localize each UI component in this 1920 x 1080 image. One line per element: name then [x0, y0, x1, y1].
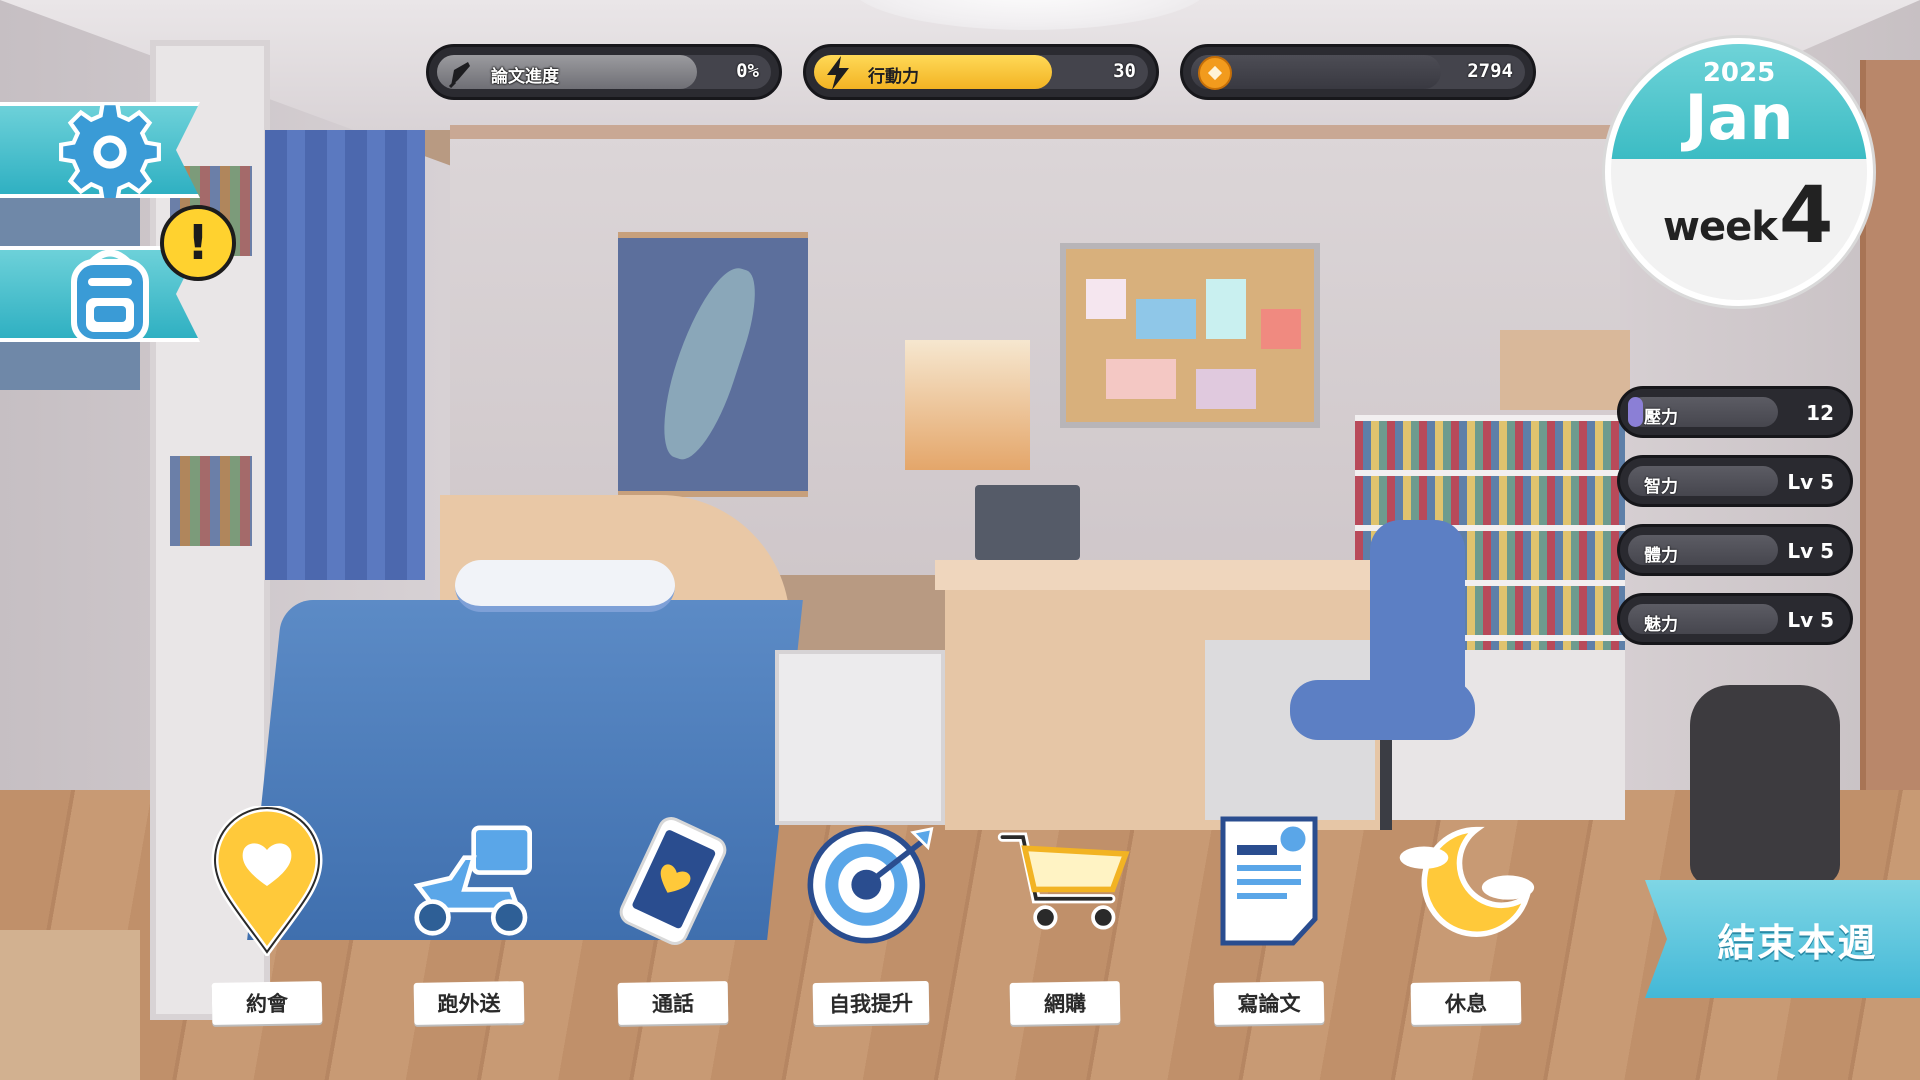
curtain: [265, 130, 425, 580]
action-delivery-button[interactable]: 跑外送: [384, 806, 554, 1026]
target-icon: [801, 806, 941, 956]
calendar-week-number: 4: [1779, 171, 1834, 261]
stat-stress: 壓力 12: [1617, 386, 1853, 438]
desk-top: [935, 560, 1395, 590]
cardboard-box: [1500, 330, 1630, 410]
nightstand: [775, 650, 945, 825]
action-self-improve-button[interactable]: 自我提升: [786, 806, 956, 1026]
stat-stress-label: 壓力: [1644, 408, 1678, 428]
stat-charm: 魅力 Lv 5: [1617, 593, 1853, 645]
quill-pen-icon: [441, 53, 481, 93]
pinned-note: [1261, 309, 1301, 349]
stat-stress-value: 12: [1806, 401, 1834, 425]
backpack-icon: [50, 246, 170, 342]
pinned-photo: [1106, 359, 1176, 399]
stat-intelligence-value: Lv 5: [1787, 470, 1834, 494]
stat-stress-fill: [1628, 397, 1643, 427]
thesis-progress-value: 0%: [736, 60, 759, 82]
stat-stamina-label: 體力: [1644, 546, 1678, 566]
pinned-note: [1086, 279, 1126, 319]
stat-stamina-value: Lv 5: [1787, 539, 1834, 563]
calendar-month: Jan: [1684, 81, 1794, 154]
stat-intelligence: 智力 Lv 5: [1617, 455, 1853, 507]
backpack-prop: [1690, 685, 1840, 885]
thesis-progress-label: 論文進度: [491, 67, 559, 87]
document-icon: [1199, 806, 1339, 956]
heart-pin-icon: [197, 806, 337, 956]
coins-bar: 2794: [1180, 44, 1536, 100]
thesis-progress-bar: 論文進度 0%: [426, 44, 782, 100]
delivery-scooter-icon: [399, 806, 539, 956]
pillow: [455, 560, 675, 612]
end-week-label: 結束本週: [1717, 920, 1878, 965]
action-rest-label: 休息: [1410, 981, 1522, 1025]
action-call-label: 通話: [617, 981, 729, 1025]
corkboard: [1060, 243, 1320, 428]
coin-icon: [1195, 53, 1235, 93]
stat-charm-label: 魅力: [1644, 615, 1678, 635]
taiwan-shape: [648, 258, 768, 468]
calendar-widget: 2025 Jan week 4: [1605, 38, 1873, 306]
action-date-label: 約會: [211, 981, 323, 1025]
stat-charm-value: Lv 5: [1787, 608, 1834, 632]
lightning-icon: [818, 53, 858, 93]
stat-stamina: 體力 Lv 5: [1617, 524, 1853, 576]
energy-label: 行動力: [868, 67, 919, 87]
crown-molding: [450, 125, 1630, 139]
action-self-improve-label: 自我提升: [812, 980, 930, 1026]
calendar-week-label: week: [1663, 204, 1778, 250]
action-date-button[interactable]: 約會: [182, 806, 352, 1026]
gear-icon: [50, 102, 170, 198]
action-shopping-button[interactable]: 網購: [980, 806, 1150, 1026]
action-write-thesis-label: 寫論文: [1213, 981, 1325, 1025]
action-delivery-label: 跑外送: [413, 981, 525, 1025]
action-call-button[interactable]: 通話: [588, 806, 758, 1026]
action-shopping-label: 網購: [1009, 981, 1121, 1025]
moon-icon: [1396, 806, 1536, 956]
stat-intelligence-label: 智力: [1644, 477, 1678, 497]
settings-button[interactable]: [0, 102, 200, 198]
phone-icon: [603, 806, 743, 956]
pinned-note: [1206, 279, 1246, 339]
energy-bar: 行動力 30: [803, 44, 1159, 100]
inventory-alert-badge: !: [160, 205, 236, 281]
energy-value: 30: [1113, 60, 1136, 82]
coins-value: 2794: [1467, 60, 1513, 82]
shopping-cart-icon: [995, 806, 1135, 956]
cardboard-box: [0, 930, 140, 1080]
pinned-photo: [1136, 299, 1196, 339]
pinned-photo: [1196, 369, 1256, 409]
taiwan-map-poster: [618, 232, 808, 497]
books: [170, 456, 252, 546]
art-poster: [905, 340, 1030, 470]
end-week-button[interactable]: 結束本週: [1645, 880, 1920, 998]
chair-seat: [1290, 680, 1475, 740]
action-write-thesis-button[interactable]: 寫論文: [1184, 806, 1354, 1026]
action-rest-button[interactable]: 休息: [1381, 806, 1551, 1026]
laptop: [975, 485, 1080, 560]
